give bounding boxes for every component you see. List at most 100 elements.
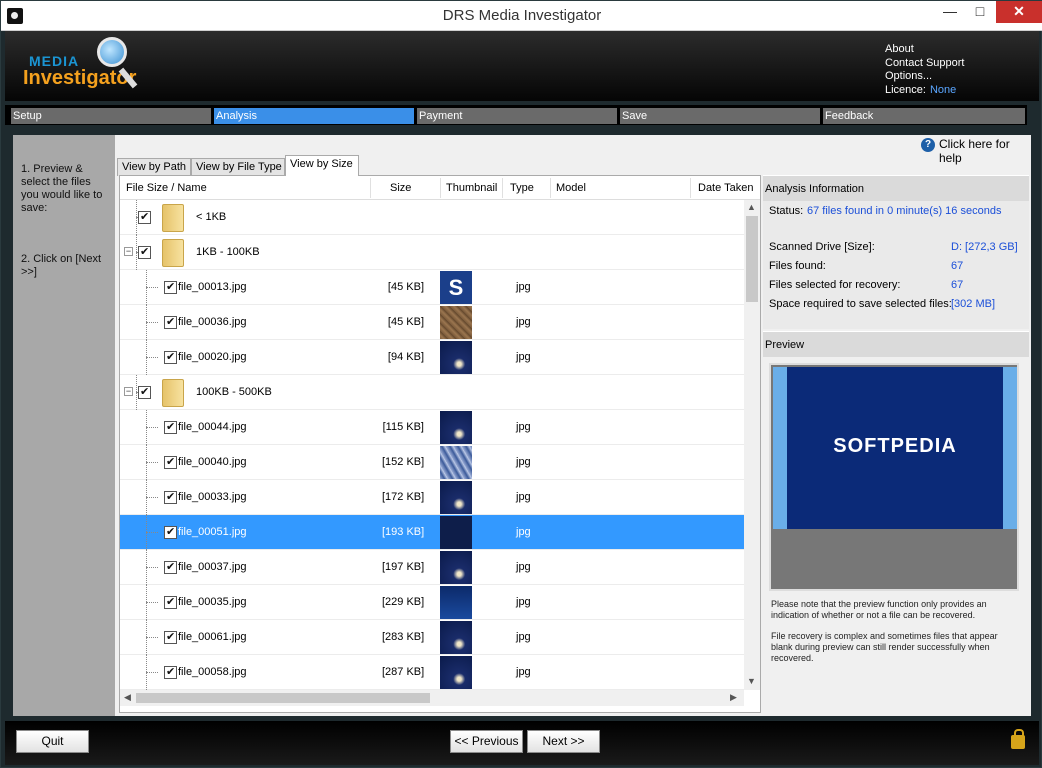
next-button[interactable]: Next >> (527, 730, 600, 753)
row-checkbox[interactable] (164, 525, 177, 539)
file-row[interactable]: file_00040.jpg [152 KB] jpg (120, 445, 744, 480)
top-links: About Contact Support Options... Licence… (885, 43, 965, 97)
tab-view-by-size[interactable]: View by Size (285, 155, 359, 176)
preview-note: Please note that the preview function on… (771, 599, 987, 620)
minimize-button[interactable]: — (936, 1, 964, 23)
thumbnail-image[interactable] (440, 411, 472, 444)
row-checkbox[interactable] (164, 315, 177, 329)
thumbnail-image[interactable] (440, 586, 472, 619)
file-type: jpg (516, 526, 531, 538)
scanned-drive-value: D: [272,3 GB] (951, 241, 1018, 253)
file-row[interactable]: file_00020.jpg [94 KB] jpg (120, 340, 744, 375)
file-name: file_00044.jpg (178, 421, 247, 433)
row-checkbox[interactable] (164, 630, 177, 644)
size-group-row[interactable]: − 1KB - 100KB (120, 235, 744, 270)
file-size: [115 KB] (382, 421, 424, 433)
row-checkbox[interactable] (164, 350, 177, 364)
quit-button[interactable]: Quit (16, 730, 89, 753)
horizontal-scroll-thumb[interactable] (136, 693, 430, 703)
file-name: file_00036.jpg (178, 316, 247, 328)
contact-support-link[interactable]: Contact Support (885, 57, 965, 71)
thumbnail-image[interactable] (440, 656, 472, 689)
file-row[interactable]: file_00044.jpg [115 KB] jpg (120, 410, 744, 445)
file-row[interactable]: file_00061.jpg [283 KB] jpg (120, 620, 744, 655)
row-checkbox[interactable] (138, 245, 151, 259)
thumbnail-image[interactable] (440, 306, 472, 339)
tab-view-by-file-type[interactable]: View by File Type (191, 158, 285, 176)
col-separator (440, 178, 441, 198)
file-type: jpg (516, 491, 531, 503)
file-type: jpg (516, 281, 531, 293)
status-label: Status: (769, 205, 804, 217)
row-checkbox[interactable] (164, 560, 177, 574)
step-analysis[interactable]: Analysis (214, 108, 414, 124)
file-row[interactable]: file_00036.jpg [45 KB] jpg (120, 305, 744, 340)
vertical-scrollbar[interactable]: ▲ ▼ (744, 200, 760, 690)
file-row[interactable]: file_00033.jpg [172 KB] jpg (120, 480, 744, 515)
col-file-size-name[interactable]: File Size / Name (126, 182, 207, 194)
horizontal-scrollbar[interactable]: ◀ ▶ (120, 690, 744, 706)
tree-line (146, 462, 158, 463)
thumbnail-image[interactable] (440, 446, 472, 479)
file-row[interactable]: file_00037.jpg [197 KB] jpg (120, 550, 744, 585)
scroll-up-icon[interactable]: ▲ (747, 202, 756, 212)
row-checkbox[interactable] (164, 420, 177, 434)
lock-icon (1011, 729, 1025, 749)
step-save[interactable]: Save (620, 108, 820, 124)
close-button[interactable]: ✕ (996, 1, 1042, 23)
file-size: [45 KB] (387, 316, 424, 328)
thumbnail-image[interactable] (440, 516, 472, 549)
file-row[interactable]: file_00035.jpg [229 KB] jpg (120, 585, 744, 620)
col-type[interactable]: Type (510, 182, 534, 194)
row-checkbox[interactable] (164, 665, 177, 679)
row-checkbox[interactable] (164, 280, 177, 294)
file-row[interactable]: file_00051.jpg [193 KB] jpg (120, 515, 744, 550)
preview-box: SOFTPEDIA (769, 363, 1019, 591)
collapse-icon[interactable]: − (124, 387, 133, 396)
tab-view-by-path[interactable]: View by Path (117, 158, 191, 176)
row-checkbox[interactable] (164, 455, 177, 469)
help-link[interactable]: Click here for help (939, 137, 1031, 165)
col-date-taken[interactable]: Date Taken (698, 182, 753, 194)
row-checkbox[interactable] (138, 385, 151, 399)
folder-icon (162, 204, 184, 232)
row-checkbox[interactable] (138, 210, 151, 224)
scroll-left-icon[interactable]: ◀ (124, 692, 131, 703)
row-checkbox[interactable] (164, 490, 177, 504)
thumbnail-image[interactable]: S (440, 271, 472, 304)
file-row[interactable]: file_00058.jpg [287 KB] jpg (120, 655, 744, 690)
instructions-panel: 1. Preview & select the files you would … (13, 135, 115, 716)
col-size[interactable]: Size (390, 182, 411, 194)
file-row[interactable]: file_00013.jpg [45 KB] Sjpg (120, 270, 744, 305)
collapse-icon[interactable]: − (124, 247, 133, 256)
thumbnail-image[interactable] (440, 341, 472, 374)
scroll-down-icon[interactable]: ▼ (747, 676, 756, 686)
licence-label: Licence: (885, 83, 926, 96)
row-checkbox[interactable] (164, 595, 177, 609)
main-panel: 1. Preview & select the files you would … (13, 135, 1031, 716)
scroll-right-icon[interactable]: ▶ (730, 692, 737, 703)
previous-button[interactable]: << Previous (450, 730, 523, 753)
vertical-scroll-thumb[interactable] (746, 216, 758, 302)
help-icon[interactable]: ? (921, 138, 935, 152)
col-model[interactable]: Model (556, 182, 586, 194)
step-feedback[interactable]: Feedback (823, 108, 1025, 124)
file-name: file_00051.jpg (178, 526, 247, 538)
step-navigation: Setup Analysis Payment Save Feedback (5, 105, 1027, 125)
col-thumbnail[interactable]: Thumbnail (446, 182, 497, 194)
thumbnail-image[interactable] (440, 551, 472, 584)
thumbnail-image[interactable] (440, 621, 472, 654)
info-panel: Analysis Information Status: 67 files fo… (763, 175, 1029, 715)
step-payment[interactable]: Payment (417, 108, 617, 124)
status-value: 67 files found in 0 minute(s) 16 seconds (807, 205, 1002, 217)
maximize-button[interactable]: □ (966, 1, 994, 23)
thumbnail-image[interactable] (440, 481, 472, 514)
about-link[interactable]: About (885, 43, 965, 57)
licence-value[interactable]: None (930, 84, 956, 96)
app-window: DRS Media Investigator — □ ✕ MEDIA Inves… (0, 0, 1042, 768)
size-group-row[interactable]: − 100KB - 500KB (120, 375, 744, 410)
options-link[interactable]: Options... (885, 70, 965, 84)
size-group-row[interactable]: < 1KB (120, 200, 744, 235)
tree-line (146, 497, 158, 498)
step-setup[interactable]: Setup (11, 108, 211, 124)
